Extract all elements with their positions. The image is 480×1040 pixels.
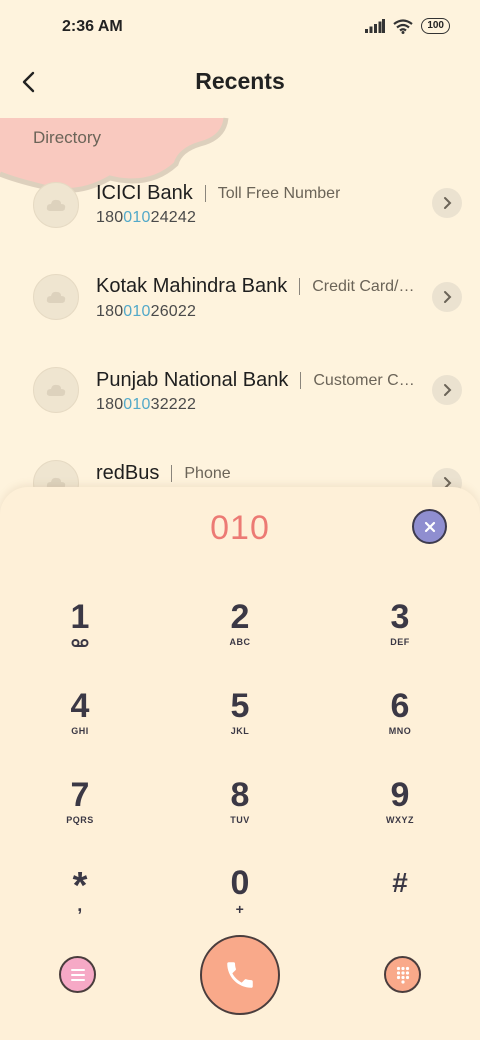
key-digit: 8 — [230, 776, 250, 814]
avatar — [33, 182, 79, 228]
list-item[interactable]: ICICI Bank Toll Free Number 18001024242 — [0, 158, 480, 248]
details-button[interactable] — [432, 375, 462, 405]
key-3[interactable]: 3 DEF — [340, 599, 460, 675]
page-title: Recents — [195, 68, 285, 94]
key-9[interactable]: 9 WXYZ — [340, 777, 460, 853]
keypad-toggle-button[interactable] — [384, 956, 421, 993]
call-button[interactable] — [200, 935, 280, 1015]
details-button[interactable] — [432, 188, 462, 218]
key-7[interactable]: 7 PQRS — [20, 777, 140, 853]
key-digit: 7 — [70, 776, 90, 814]
keypad-icon — [396, 966, 409, 984]
contact-type: Toll Free Number — [217, 184, 341, 202]
divider — [300, 372, 302, 389]
contact-number: 18001026022 — [96, 303, 197, 320]
close-icon — [424, 521, 435, 532]
divider — [299, 278, 301, 295]
avatar — [33, 274, 79, 320]
list-item[interactable]: Kotak Mahindra Bank Credit Card/… 180010… — [0, 252, 480, 342]
chevron-right-icon — [444, 197, 452, 209]
section-label-directory: Directory — [33, 128, 102, 147]
key-5[interactable]: 5 JKL — [180, 688, 300, 764]
key-digit: # — [392, 867, 408, 898]
status-bar: 2:36 AM 100 — [0, 0, 480, 56]
key-letters: GHI — [71, 726, 89, 736]
item-name-row: Punjab National Bank Customer C… — [96, 369, 415, 392]
contact-name: ICICI Bank — [96, 182, 193, 204]
cloud-icon — [46, 384, 66, 396]
cloud-icon — [46, 291, 66, 303]
menu-icon — [70, 968, 85, 981]
key-letters: WXYZ — [386, 815, 414, 825]
contact-type: Customer C… — [313, 371, 415, 389]
contact-name: redBus — [96, 462, 160, 484]
key-letters: + — [235, 901, 245, 917]
key-letters: , — [77, 895, 83, 915]
phone-icon — [227, 962, 253, 988]
cloud-icon — [46, 199, 66, 211]
item-name-row: Kotak Mahindra Bank Credit Card/… — [96, 275, 414, 298]
key-digit: 0 — [230, 864, 250, 902]
clear-button[interactable] — [412, 509, 447, 544]
key-letters: DEF — [390, 637, 410, 647]
contact-type: Phone — [184, 464, 231, 482]
key-2[interactable]: 2 ABC — [180, 599, 300, 675]
contact-name: Kotak Mahindra Bank — [96, 275, 288, 297]
chevron-right-icon — [444, 384, 452, 396]
key-4[interactable]: 4 GHI — [20, 688, 140, 764]
contact-name: Punjab National Bank — [96, 369, 289, 391]
contact-type: Credit Card/… — [312, 277, 415, 295]
key-8[interactable]: 8 TUV — [180, 777, 300, 853]
key-star[interactable]: * , — [20, 865, 140, 941]
status-time: 2:36 AM — [62, 18, 123, 35]
contact-number: 18001032222 — [96, 396, 197, 413]
voicemail-icon — [71, 639, 89, 647]
key-digit: 2 — [230, 598, 250, 636]
divider — [171, 465, 173, 482]
key-6[interactable]: 6 MNO — [340, 688, 460, 764]
menu-button[interactable] — [59, 956, 96, 993]
item-name-row: ICICI Bank Toll Free Number — [96, 182, 340, 205]
contact-number: 18001024242 — [96, 209, 197, 226]
key-hash[interactable]: # — [340, 865, 460, 941]
key-letters: PQRS — [66, 815, 94, 825]
signal-icon — [365, 19, 386, 33]
details-button[interactable] — [432, 282, 462, 312]
chevron-right-icon — [444, 291, 452, 303]
key-digit: 3 — [390, 598, 410, 636]
dial-display: 010 — [210, 509, 270, 547]
battery-indicator: 100 — [421, 18, 450, 34]
key-digit: 1 — [70, 598, 90, 636]
wifi-icon — [393, 18, 413, 34]
key-digit: 6 — [390, 687, 410, 725]
key-digit: 5 — [230, 687, 250, 725]
key-digit: 4 — [70, 687, 90, 725]
key-letters: JKL — [230, 726, 250, 736]
key-1[interactable]: 1 — [20, 599, 140, 675]
list-item[interactable]: Punjab National Bank Customer C… 1800103… — [0, 346, 480, 436]
dialer-panel: 010 1 2 ABC 3 DEF 4 GHI 5 JKL 6 MNO 7 PQ… — [0, 487, 480, 1040]
key-digit: 9 — [390, 776, 410, 814]
avatar — [33, 367, 79, 413]
key-letters: ABC — [229, 637, 251, 647]
key-letters: MNO — [388, 726, 412, 736]
item-name-row: redBus Phone — [96, 462, 231, 485]
key-0[interactable]: 0 + — [180, 865, 300, 941]
status-icons: 100 — [365, 18, 450, 34]
key-letters: TUV — [230, 815, 250, 825]
divider — [204, 185, 206, 202]
